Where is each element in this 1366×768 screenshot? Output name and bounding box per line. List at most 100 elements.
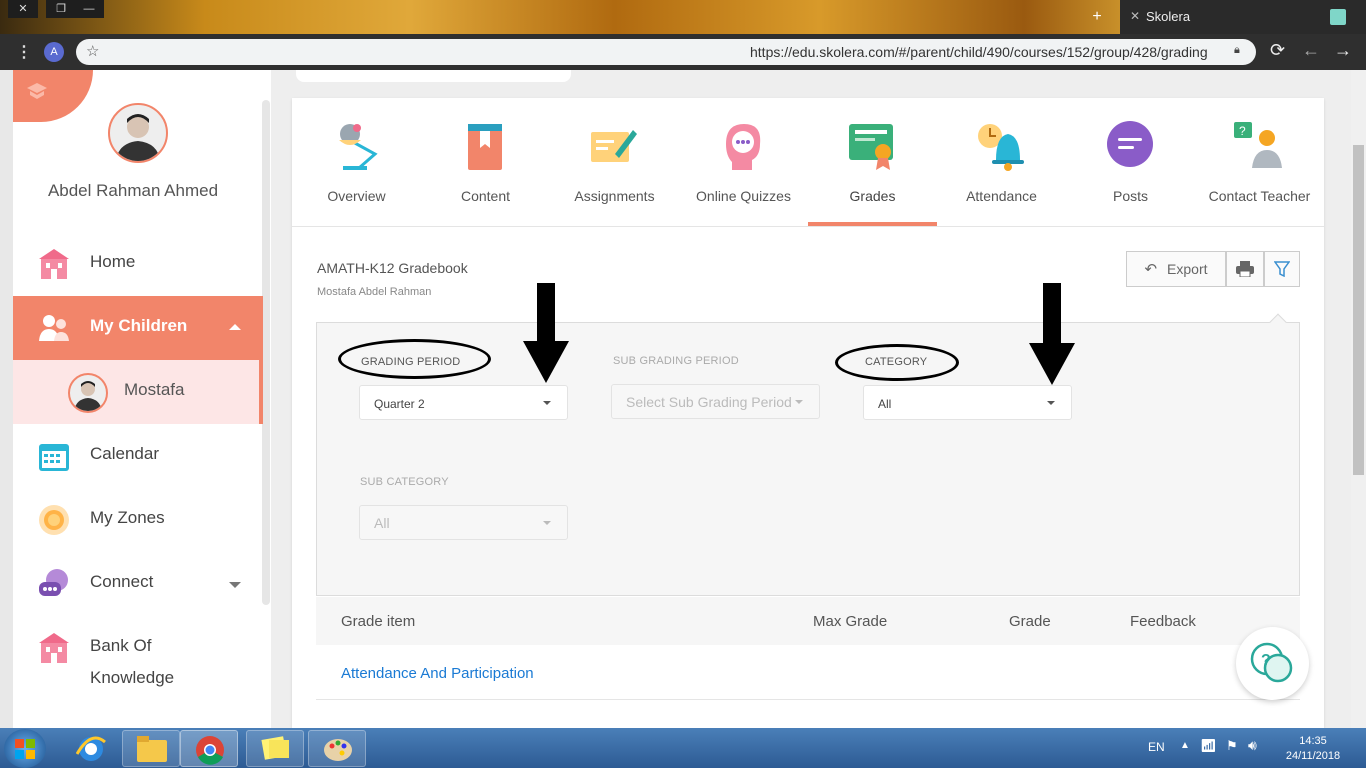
browser-tab[interactable]: ✕ Skolera xyxy=(1120,0,1366,34)
reload-icon[interactable]: ⟳ xyxy=(1270,40,1285,61)
reply-arrow-icon: ↶ xyxy=(1144,261,1158,278)
flag-icon[interactable]: ⚑ xyxy=(1226,738,1238,754)
column-header[interactable]: Grade xyxy=(1009,613,1051,630)
help-chat-button[interactable]: ? xyxy=(1236,627,1309,700)
forward-arrow-icon[interactable]: → xyxy=(1334,40,1352,61)
annotation-arrow-down-icon xyxy=(523,283,569,383)
folder-icon xyxy=(137,736,167,762)
tab-online-quizzes[interactable]: Online Quizzes xyxy=(679,110,808,226)
sidebar-item-label: Calendar xyxy=(90,444,159,463)
sub-category-label: SUB CATEGORY xyxy=(360,476,449,488)
chevron-down-icon[interactable] xyxy=(229,582,241,588)
taskbar-ie[interactable] xyxy=(66,730,116,767)
sticky-notes-icon xyxy=(261,736,289,760)
svg-text:?: ? xyxy=(1261,652,1271,669)
sidebar-item-calendar[interactable]: Calendar xyxy=(13,424,263,488)
language-indicator[interactable]: EN xyxy=(1148,740,1165,754)
sidebar-item-label: My Children xyxy=(90,316,188,335)
print-button[interactable] xyxy=(1226,251,1264,287)
volume-icon[interactable]: 🔊︎ xyxy=(1248,737,1257,754)
tab-label: Attendance xyxy=(966,188,1037,204)
tab-grades[interactable]: Grades xyxy=(808,110,937,226)
chevron-up-icon[interactable] xyxy=(229,324,241,330)
sidebar-item-mostafa[interactable]: Mostafa xyxy=(13,360,263,424)
taskbar-explorer[interactable] xyxy=(122,730,180,767)
help-chat-icon: ? xyxy=(1250,642,1293,683)
caret-down-icon xyxy=(543,401,551,405)
taskbar-paint[interactable] xyxy=(308,730,366,767)
tab-attendance[interactable]: Attendance xyxy=(937,110,1066,226)
sidebar-item-my-zones[interactable]: My Zones xyxy=(13,488,263,552)
logo-icon xyxy=(27,83,47,99)
back-arrow-icon[interactable]: ← xyxy=(1302,40,1320,61)
category-label: CATEGORY xyxy=(865,356,928,368)
sidebar-item-connect[interactable]: Connect xyxy=(13,552,263,616)
internet-explorer-icon xyxy=(76,736,106,761)
filter-icon xyxy=(1273,261,1291,278)
contact-teacher-icon: ? xyxy=(1234,122,1282,168)
tab-overview[interactable]: Overview xyxy=(292,110,421,226)
profile-avatar[interactable]: A xyxy=(44,42,64,62)
export-button[interactable]: ↶ Export xyxy=(1126,251,1226,287)
menu-dots-icon[interactable]: ⋮ xyxy=(16,42,32,62)
grading-period-value: Quarter 2 xyxy=(374,397,425,411)
taskbar-clock[interactable]: 14:35 24/11/2018 xyxy=(1278,734,1348,764)
clock-date: 24/11/2018 xyxy=(1285,750,1341,762)
avatar[interactable] xyxy=(108,103,168,163)
sidebar-item-label: Mostafa xyxy=(124,380,185,399)
minimize-window-icon[interactable]: — xyxy=(74,0,104,18)
sub-category-select[interactable]: All xyxy=(359,505,568,540)
clock-time: 14:35 xyxy=(1299,735,1327,747)
connect-icon xyxy=(39,569,68,596)
children-icon xyxy=(39,315,69,341)
grading-period-label: GRADING PERIOD xyxy=(361,356,461,368)
sub-grading-period-select[interactable]: Select Sub Grading Period xyxy=(611,384,820,419)
student-name: Mostafa Abdel Rahman xyxy=(317,286,432,298)
quiz-head-icon xyxy=(726,124,761,170)
book-icon xyxy=(468,124,502,170)
child-avatar-icon xyxy=(74,381,102,411)
column-header[interactable]: Feedback xyxy=(1130,613,1196,630)
new-tab-button[interactable]: + xyxy=(1086,8,1108,26)
certificate-icon xyxy=(849,124,893,170)
category-select[interactable]: All xyxy=(863,385,1072,420)
wifi-icon[interactable]: 📶︎ xyxy=(1200,738,1217,754)
scrollbar-thumb[interactable] xyxy=(1353,145,1364,475)
sidebar-item-my-children[interactable]: My Children xyxy=(13,296,263,360)
sidebar-item-home[interactable]: Home xyxy=(13,232,263,296)
gradebook-title: AMATH-K12 Gradebook xyxy=(317,260,468,276)
tab-assignments[interactable]: Assignments xyxy=(550,110,679,226)
page-scrollbar[interactable] xyxy=(1351,70,1366,728)
sidebar-scrollbar[interactable] xyxy=(262,100,270,605)
url-text[interactable]: https://edu.skolera.com/#/parent/child/4… xyxy=(750,44,1208,60)
tab-close-icon[interactable]: ✕ xyxy=(1130,9,1140,23)
windows-logo-icon xyxy=(15,739,35,759)
tab-label: Grades xyxy=(849,188,896,204)
sidebar-item-label: Bank Of xyxy=(90,636,152,655)
star-icon[interactable]: ☆ xyxy=(86,42,99,60)
caret-down-icon xyxy=(795,400,803,404)
tab-posts[interactable]: Posts xyxy=(1066,110,1195,226)
column-header[interactable]: Max Grade xyxy=(813,613,887,630)
sub-grading-period-placeholder: Select Sub Grading Period xyxy=(626,394,792,410)
skolera-favicon-icon xyxy=(1330,9,1346,25)
restore-window-icon[interactable]: ❐ xyxy=(46,0,76,18)
tab-contact-teacher[interactable]: ? Contact Teacher xyxy=(1195,110,1324,226)
sidebar-item-bank-of-knowledge[interactable]: Bank Of Knowledge xyxy=(13,616,263,706)
taskbar-sticky-notes[interactable] xyxy=(246,730,304,767)
grade-item-link[interactable]: Attendance And Participation xyxy=(341,665,534,682)
tray-expand-icon[interactable]: ▲ xyxy=(1180,740,1190,751)
tab-label: Contact Teacher xyxy=(1208,188,1311,204)
tab-content[interactable]: Content xyxy=(421,110,550,226)
column-header[interactable]: Grade item xyxy=(341,613,415,630)
close-window-icon[interactable]: ✕ xyxy=(8,0,38,18)
sidebar-item-label: Connect xyxy=(90,572,154,591)
filter-button[interactable] xyxy=(1264,251,1300,287)
annotation-arrow-down-icon xyxy=(1029,283,1075,385)
grading-period-select[interactable]: Quarter 2 xyxy=(359,385,568,420)
tab-label: Posts xyxy=(1112,188,1148,204)
taskbar-chrome[interactable] xyxy=(180,730,238,767)
chrome-icon xyxy=(196,736,224,765)
sidebar-item-label: My Zones xyxy=(90,508,165,527)
start-button[interactable] xyxy=(4,729,46,768)
